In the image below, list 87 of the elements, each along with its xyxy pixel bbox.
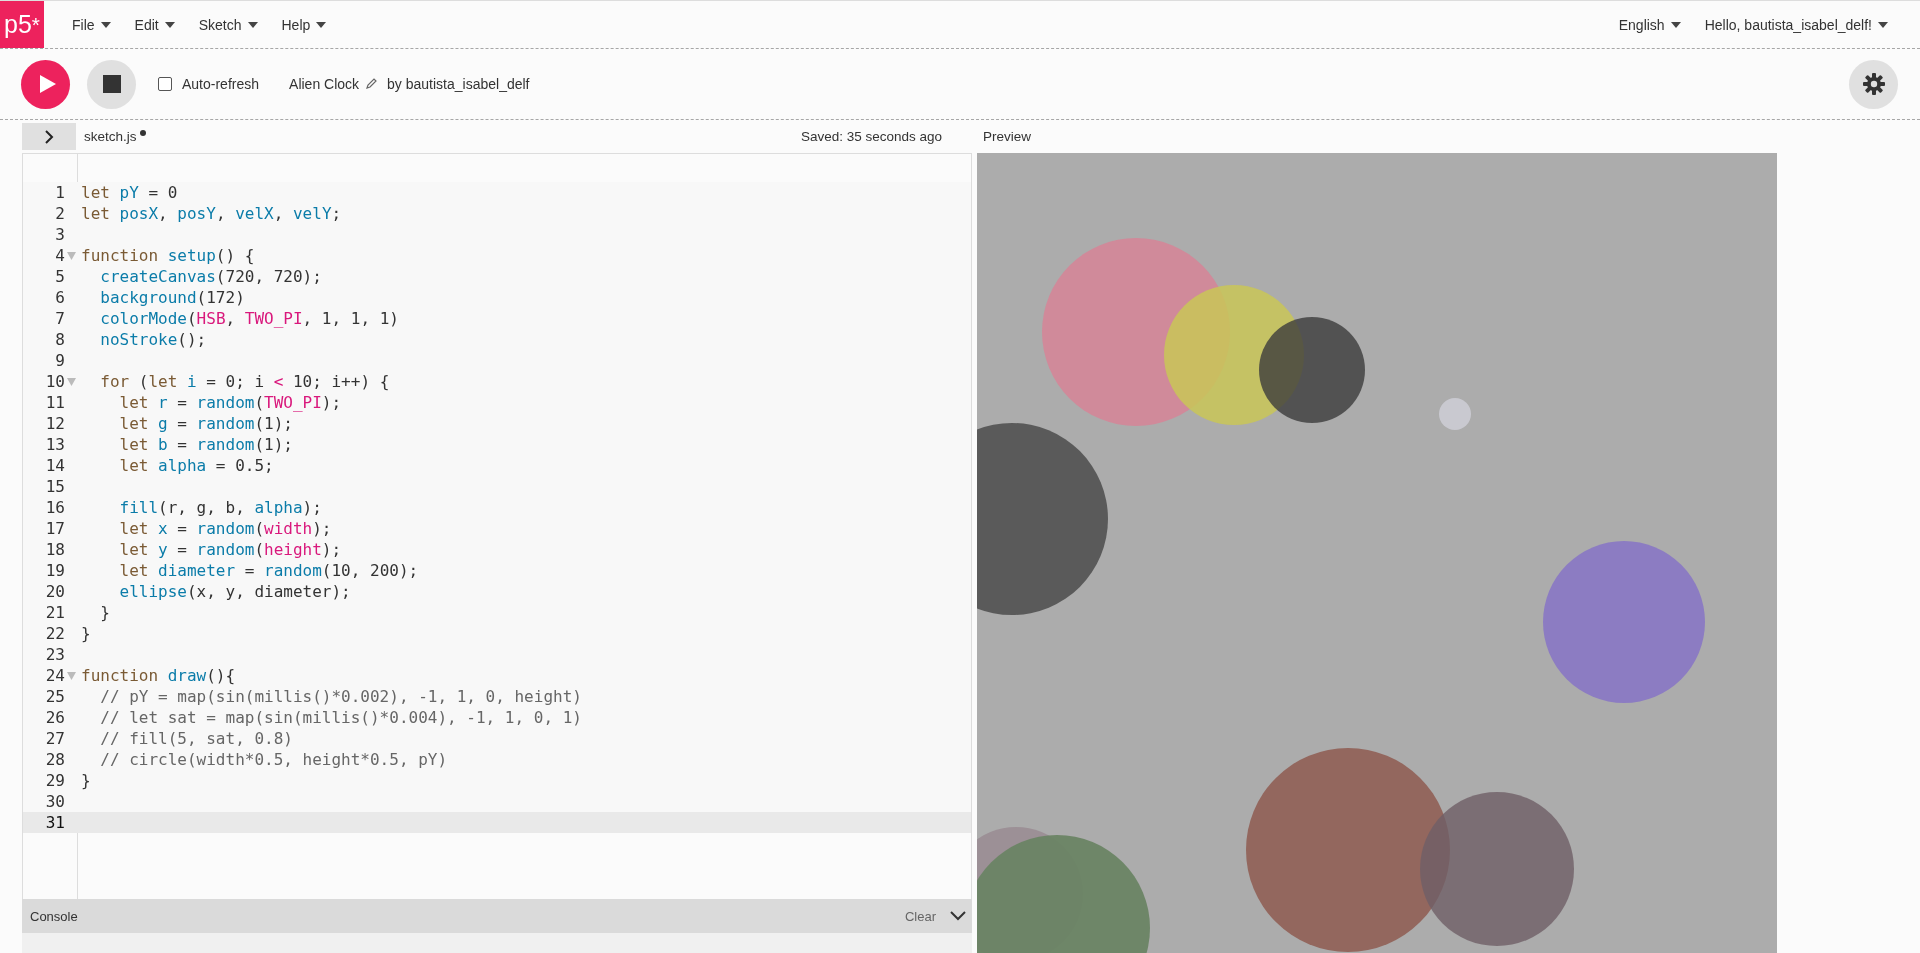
caret-icon (1878, 21, 1888, 28)
menu-item[interactable]: Edit (122, 16, 187, 33)
sketch-name[interactable]: Alien Clock (289, 76, 360, 92)
caret-icon (100, 21, 111, 28)
line-number: 28 (45, 750, 65, 769)
pencil-icon[interactable] (365, 78, 378, 90)
sidebar-toggle-button[interactable] (22, 123, 76, 150)
code-line: background(172) (99, 287, 245, 308)
code-line: let y = random(height); (118, 539, 342, 560)
line-number: 20 (45, 582, 65, 601)
line-number: 25 (45, 687, 65, 706)
line-number: 30 (45, 792, 65, 811)
chevron-down-icon[interactable] (950, 911, 966, 921)
line-number: 18 (45, 540, 65, 559)
caret-icon (316, 21, 327, 28)
line-number: 21 (45, 603, 65, 622)
line-number: 12 (45, 414, 65, 433)
code-line: // fill(5, sat, 0.8) (99, 728, 293, 749)
line-number: 6 (55, 288, 65, 307)
code-line: ellipse(x, y, diameter); (118, 581, 351, 602)
line-number: 29 (45, 771, 65, 790)
code-line: let g = random(1); (118, 413, 293, 434)
code-line: for (let i = 0; i < 10; i++) { (99, 371, 390, 392)
code-line: } (81, 623, 91, 644)
code-line: createCanvas(720, 720); (99, 266, 322, 287)
line-number: 5 (55, 267, 65, 286)
code-line: // circle(width*0.5, height*0.5, pY) (99, 749, 448, 770)
chevron-right-icon (44, 129, 54, 144)
settings-icon (1861, 72, 1886, 96)
line-number: 17 (45, 519, 65, 538)
menu-item[interactable]: Help (269, 16, 339, 33)
line-number: 8 (55, 330, 65, 349)
stop-button[interactable] (87, 59, 136, 109)
line-number: 19 (45, 561, 65, 580)
code-line: let b = random(1); (118, 434, 293, 455)
code-line: noStroke(); (99, 329, 207, 350)
caret-icon (1670, 21, 1681, 28)
line-number: 22 (45, 624, 65, 643)
play-button[interactable] (21, 59, 70, 109)
code-line: function setup() { (81, 245, 255, 266)
stop-icon (102, 75, 121, 93)
language-menu[interactable]: English (1606, 16, 1693, 33)
code-line: } (81, 770, 91, 791)
caret-icon (247, 21, 258, 28)
author-label: by bautista_isabel_delf (387, 76, 530, 92)
code-line: let posX, posY, velX, velY; (81, 203, 342, 224)
line-number: 26 (45, 708, 65, 727)
line-number: 24 (45, 666, 65, 685)
line-number: 27 (45, 729, 65, 748)
code-line: // let sat = map(sin(millis()*0.004), -1, 1, 0, 1) (99, 707, 582, 728)
line-number: 11 (45, 393, 65, 412)
line-number: 7 (55, 309, 65, 328)
code-line: function draw(){ (81, 665, 236, 686)
line-number: 3 (55, 225, 65, 244)
preview-label: Preview (982, 128, 1032, 146)
line-number: 16 (45, 498, 65, 517)
menu-item[interactable]: File (60, 16, 123, 33)
line-number: 1 (55, 183, 65, 202)
caret-icon (164, 21, 175, 28)
code-line: let pY = 0 (81, 182, 178, 203)
code-line: fill(r, g, b, alpha); (118, 497, 322, 518)
menu-item[interactable]: Sketch (186, 16, 270, 33)
code-line: colorMode(HSB, TWO_PI, 1, 1, 1) (99, 308, 399, 329)
user-menu[interactable]: Hello, bautista_isabel_delf! (1692, 16, 1900, 33)
settings-button[interactable] (1849, 59, 1898, 109)
line-number: 10 (45, 372, 65, 391)
line-number: 2 (55, 204, 65, 223)
line-number: 31 (45, 813, 65, 832)
code-line: let x = random(width); (118, 518, 332, 539)
auto-refresh-label: Auto-refresh (182, 76, 260, 92)
line-number: 15 (45, 477, 65, 496)
saved-status: Saved: 35 seconds ago (800, 129, 942, 144)
line-number: 23 (45, 645, 65, 664)
file-tab[interactable]: sketch.js (84, 129, 137, 144)
clear-button[interactable]: Clear (898, 907, 942, 925)
line-number: 13 (45, 435, 65, 454)
play-icon (38, 74, 57, 94)
code-line: let r = random(TWO_PI); (118, 392, 342, 413)
line-number: 14 (45, 456, 65, 475)
code-line: // pY = map(sin(millis()*0.002), -1, 1, 0, height) (99, 686, 582, 707)
line-number: 9 (55, 351, 65, 370)
code-line: let diameter = random(10, 200); (118, 560, 419, 581)
code-line: } (99, 602, 110, 623)
line-number: 4 (55, 246, 65, 265)
code-line: let alpha = 0.5; (118, 455, 274, 476)
console-title: Console (30, 908, 78, 924)
auto-refresh-checkbox[interactable] (158, 77, 172, 91)
